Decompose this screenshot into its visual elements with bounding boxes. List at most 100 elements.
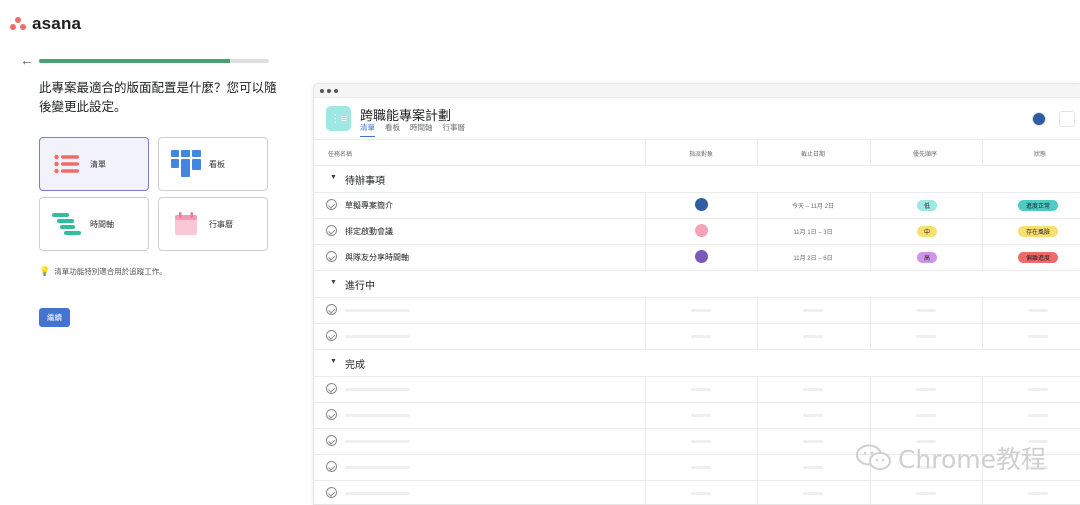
column-header-assignee: 指派對象 — [689, 152, 714, 158]
collapse-triangle-icon[interactable]: ▼ — [330, 358, 337, 365]
tab-calendar[interactable]: 行事曆 — [443, 122, 466, 137]
layout-option-timeline[interactable]: 時間軸 — [39, 197, 149, 251]
calendar-icon — [169, 212, 203, 236]
layout-option-list[interactable]: 清單 — [39, 137, 149, 191]
placeholder-bar — [916, 414, 936, 417]
task-complete-checkbox[interactable] — [326, 435, 337, 446]
task-row[interactable]: 排定啟動會議 11月 1日 – 3日 中 存在風險 — [314, 219, 1080, 245]
task-complete-checkbox[interactable] — [326, 304, 337, 315]
placeholder-bar — [803, 492, 823, 495]
status-badge[interactable]: 存在風險 — [1018, 226, 1058, 237]
layout-question: 此專案最適合的版面配置是什麼？您可以隨後變更此設定。 — [39, 81, 277, 114]
placeholder-row — [314, 298, 1080, 324]
assignee-avatar[interactable] — [695, 224, 708, 237]
placeholder-bar — [916, 309, 936, 312]
task-name[interactable]: 草擬專案簡介 — [345, 200, 393, 211]
placeholder-bar — [916, 335, 936, 338]
project-list-icon: ⋮≡ — [326, 106, 351, 131]
column-header-priority: 優先順序 — [913, 152, 938, 158]
placeholder-bar — [345, 414, 410, 417]
section-name: 完成 — [345, 360, 365, 371]
column-header-row: 任務名稱 指派對象 截止日期 優先順序 狀態 — [314, 139, 1080, 166]
assignee-avatar[interactable] — [695, 198, 708, 211]
collapse-triangle-icon[interactable]: ▼ — [330, 174, 337, 181]
asana-logo-icon — [10, 17, 26, 31]
back-arrow-icon[interactable]: ← — [20, 52, 34, 68]
placeholder-bar — [1028, 414, 1048, 417]
watermark-text: Chrome教程 — [897, 445, 1046, 474]
continue-button[interactable]: 繼續 — [39, 308, 70, 327]
priority-badge[interactable]: 中 — [917, 226, 937, 237]
tab-timeline[interactable]: 時間軸 — [410, 122, 433, 137]
section-header[interactable]: ▼ 進行中 — [314, 271, 1080, 298]
task-name[interactable]: 與隊友分享時間軸 — [345, 252, 409, 263]
timeline-icon — [50, 213, 84, 235]
placeholder-bar — [803, 335, 823, 338]
placeholder-bar — [345, 388, 410, 391]
task-complete-checkbox[interactable] — [326, 409, 337, 420]
placeholder-bar — [803, 466, 823, 469]
placeholder-bar — [916, 388, 936, 391]
collapse-triangle-icon[interactable]: ▼ — [330, 279, 337, 286]
due-date[interactable]: 11月 2日 – 6日 — [757, 253, 869, 262]
priority-badge[interactable]: 高 — [917, 252, 937, 263]
task-complete-checkbox[interactable] — [326, 251, 337, 262]
status-badge[interactable]: 偏離進度 — [1018, 252, 1058, 263]
placeholder-bar — [1028, 388, 1048, 391]
placeholder-row — [314, 403, 1080, 429]
priority-badge[interactable]: 低 — [917, 200, 937, 211]
progress-bar-fill — [39, 59, 230, 63]
placeholder-row — [314, 481, 1080, 504]
placeholder-bar — [691, 309, 711, 312]
placeholder-bar — [345, 309, 410, 312]
placeholder-bar — [691, 440, 711, 443]
layout-option-label: 時間軸 — [90, 219, 114, 229]
placeholder-bar — [803, 414, 823, 417]
placeholder-bar — [1028, 492, 1048, 495]
placeholder-row — [314, 377, 1080, 403]
placeholder-row — [314, 324, 1080, 350]
placeholder-bar — [691, 414, 711, 417]
due-date[interactable]: 今天 – 11月 2日 — [757, 201, 869, 210]
placeholder-bar — [803, 388, 823, 391]
section-header[interactable]: ▼ 完成 — [314, 350, 1080, 377]
layout-option-label: 清單 — [90, 159, 106, 169]
placeholder-bar — [916, 492, 936, 495]
task-row[interactable]: 與隊友分享時間軸 11月 2日 – 6日 高 偏離進度 — [314, 245, 1080, 271]
layout-option-calendar[interactable]: 行事曆 — [158, 197, 268, 251]
progress-bar — [39, 59, 269, 63]
more-options-button[interactable] — [1059, 111, 1075, 127]
task-complete-checkbox[interactable] — [326, 461, 337, 472]
task-complete-checkbox[interactable] — [326, 383, 337, 394]
placeholder-bar — [345, 440, 410, 443]
layout-option-label: 行事曆 — [209, 219, 233, 229]
placeholder-bar — [691, 388, 711, 391]
placeholder-bar — [345, 492, 410, 495]
placeholder-bar — [691, 335, 711, 338]
wechat-icon — [855, 444, 892, 472]
layout-option-board[interactable]: 看板 — [158, 137, 268, 191]
section-name: 待辦事項 — [345, 176, 385, 187]
section-header[interactable]: ▼ 待辦事項 — [314, 166, 1080, 193]
hint-text: 清單功能特別適合用於追蹤工作。 — [54, 267, 167, 276]
tab-board[interactable]: 看板 — [385, 122, 400, 137]
task-complete-checkbox[interactable] — [326, 225, 337, 236]
task-complete-checkbox[interactable] — [326, 199, 337, 210]
column-header-status: 狀態 — [1034, 152, 1047, 158]
due-date[interactable]: 11月 1日 – 3日 — [757, 227, 869, 236]
placeholder-bar — [691, 492, 711, 495]
task-row[interactable]: 草擬專案簡介 今天 – 11月 2日 低 進度正常 — [314, 193, 1080, 219]
asana-logo-text: asana — [32, 14, 82, 33]
tab-list[interactable]: 清單 — [360, 122, 375, 137]
placeholder-bar — [345, 335, 410, 338]
layout-option-label: 看板 — [209, 159, 225, 169]
user-avatar[interactable] — [1032, 112, 1046, 126]
watermark: Chrome教程 — [855, 440, 1046, 476]
task-name[interactable]: 排定啟動會議 — [345, 226, 393, 237]
task-complete-checkbox[interactable] — [326, 487, 337, 498]
lightbulb-icon: 💡 — [39, 266, 51, 276]
list-icon — [50, 154, 84, 174]
status-badge[interactable]: 進度正常 — [1018, 200, 1058, 211]
task-complete-checkbox[interactable] — [326, 330, 337, 341]
assignee-avatar[interactable] — [695, 250, 708, 263]
